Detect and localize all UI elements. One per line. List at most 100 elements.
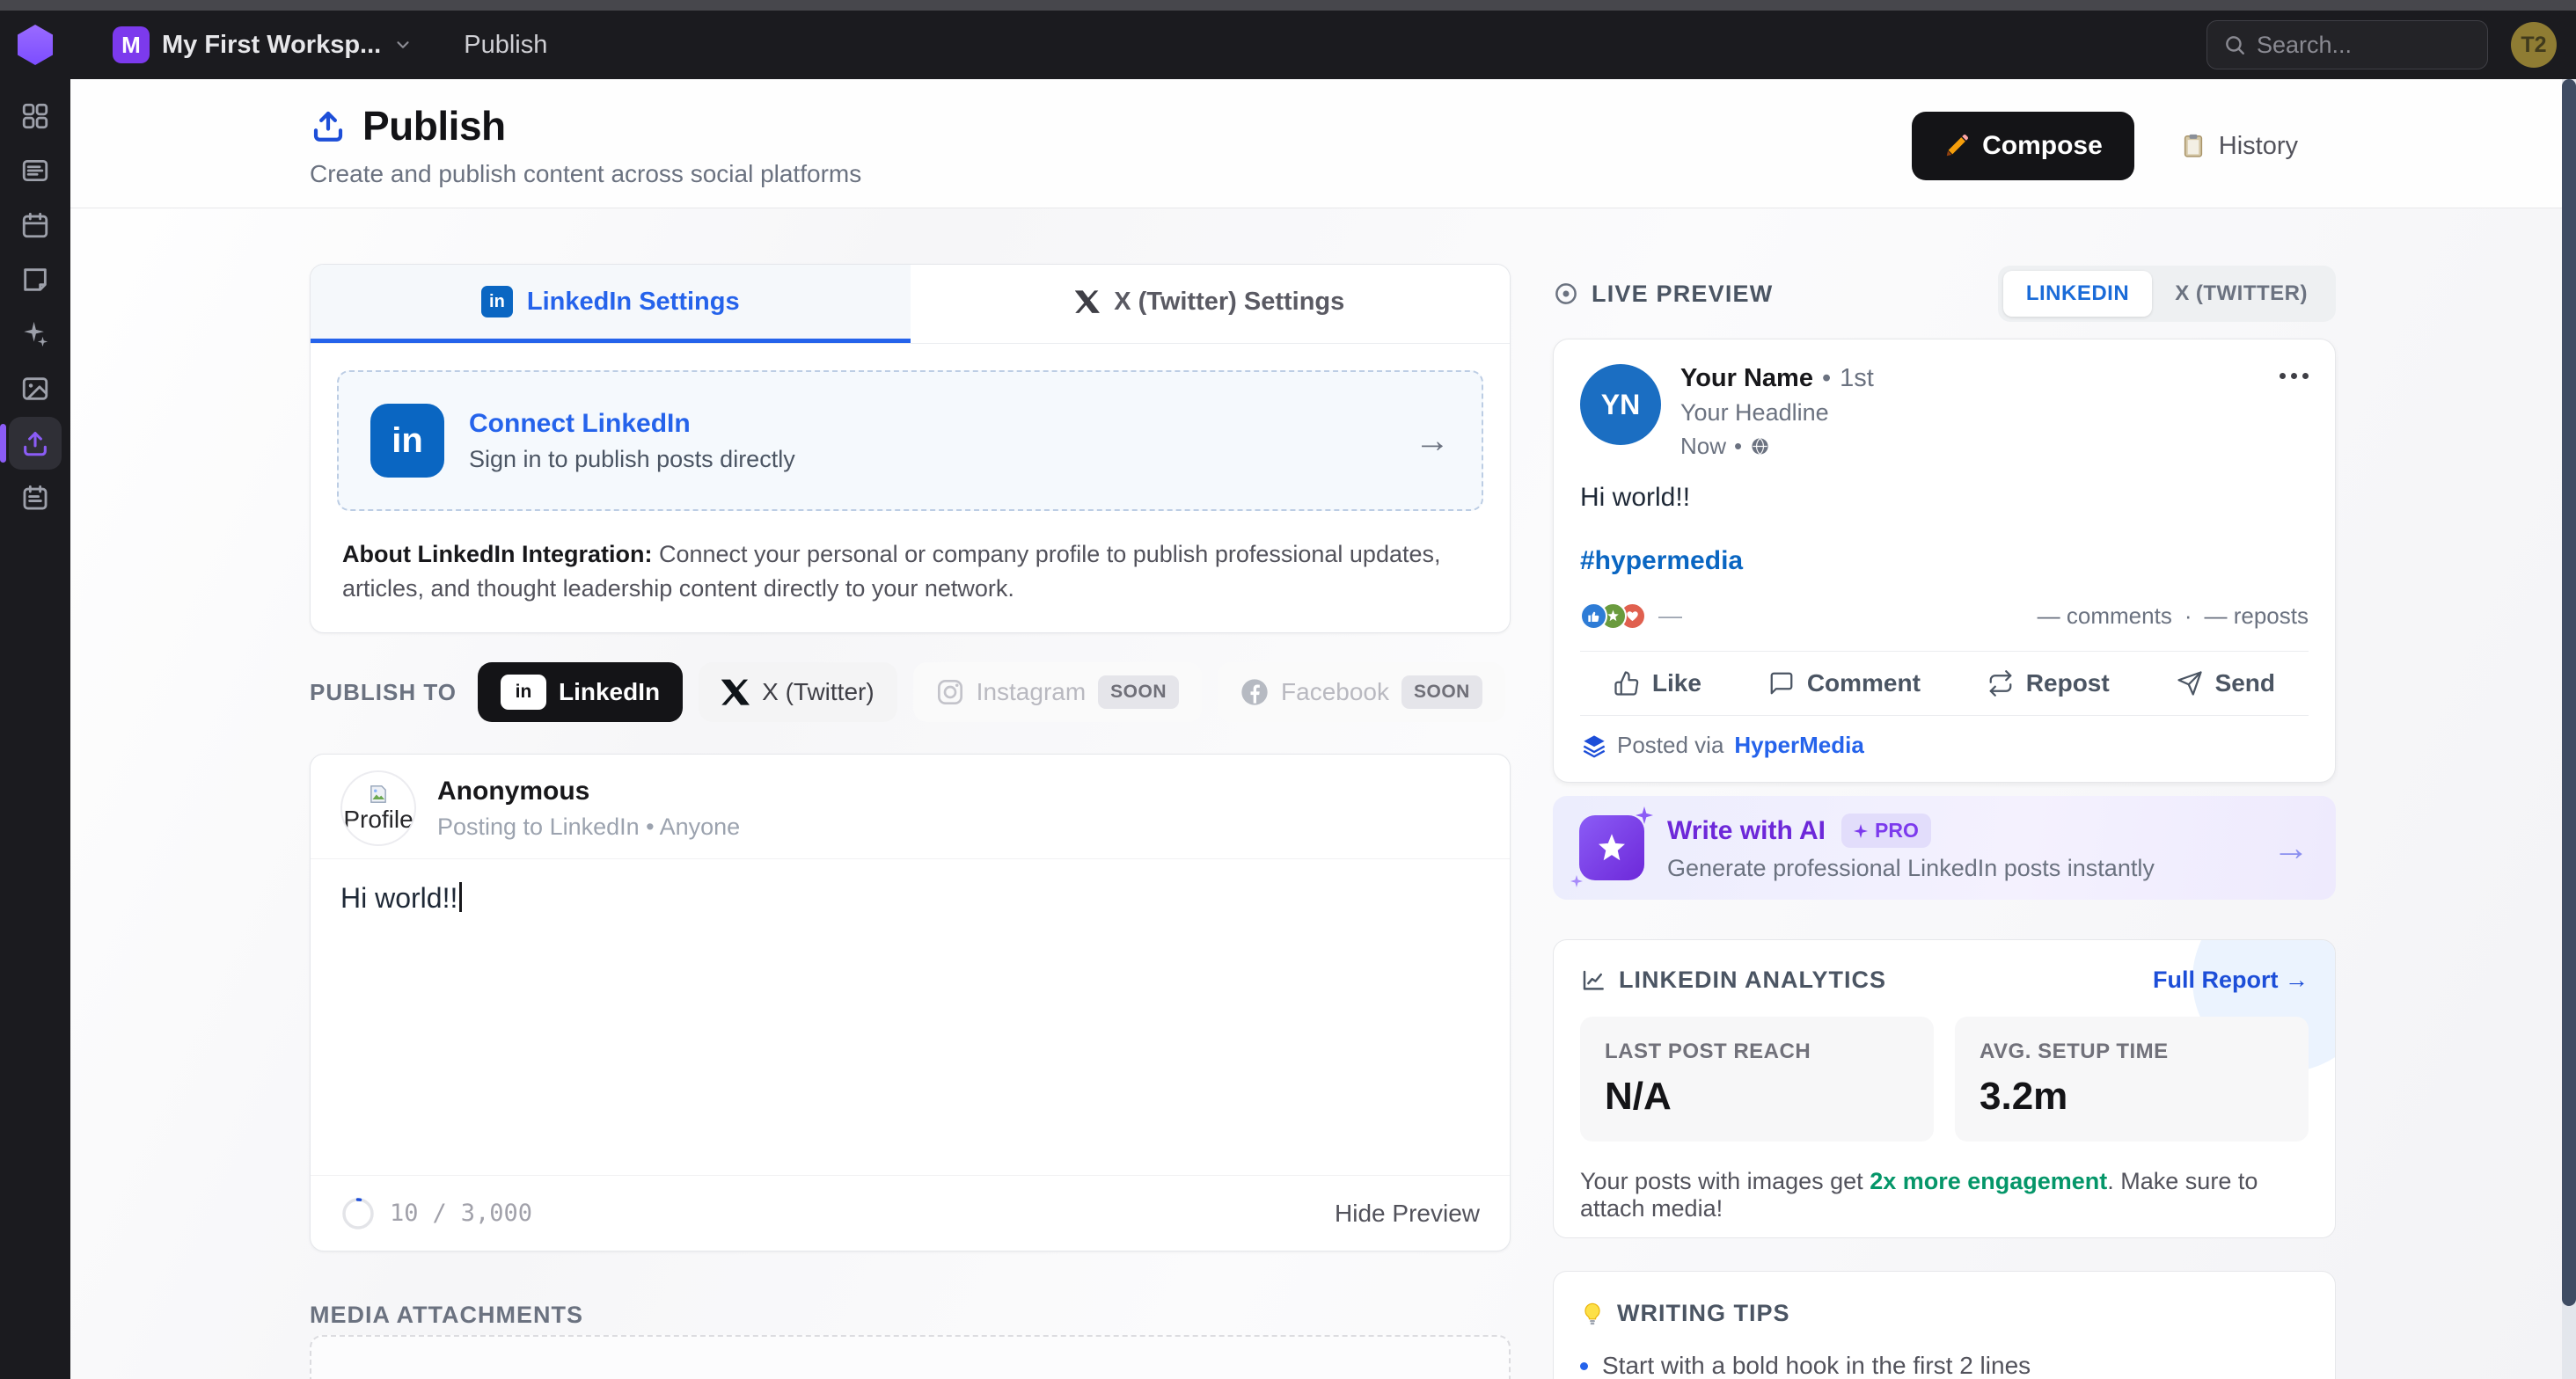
comments-count: — comments bbox=[2038, 602, 2172, 630]
stat-label: AVG. SETUP TIME bbox=[1980, 1040, 2284, 1064]
sparkles-icon bbox=[20, 319, 50, 349]
tab-twitter-settings[interactable]: X (Twitter) Settings bbox=[911, 265, 1511, 343]
repost-button[interactable]: Repost bbox=[1987, 669, 2110, 697]
brand-link[interactable]: HyperMedia bbox=[1734, 732, 1863, 759]
composer-meta: Posting to LinkedIn • Anyone bbox=[437, 814, 740, 841]
comment-button[interactable]: Comment bbox=[1768, 669, 1921, 697]
platform-pill-instagram[interactable]: Instagram SOON bbox=[913, 662, 1202, 722]
page-scrollbar bbox=[2562, 79, 2576, 1379]
text-cursor bbox=[459, 882, 462, 912]
post-time: Now bbox=[1680, 433, 1726, 460]
engagement-note: Your posts with images get 2x more engag… bbox=[1580, 1168, 2309, 1222]
pro-label: PRO bbox=[1875, 819, 1919, 843]
compose-label: Compose bbox=[1982, 131, 2103, 161]
soon-badge: SOON bbox=[1098, 675, 1179, 709]
post-hashtag[interactable]: #hypermedia bbox=[1580, 546, 2309, 576]
sidebar-item-publish[interactable] bbox=[9, 417, 62, 470]
stat-value: N/A bbox=[1605, 1075, 1909, 1119]
sidebar-item-calendar[interactable] bbox=[9, 199, 62, 252]
arrow-right-icon[interactable]: → bbox=[2272, 827, 2309, 869]
composer-card: Profile Anonymous Posting to LinkedIn • … bbox=[310, 754, 1511, 1251]
platform-pill-twitter[interactable]: X (Twitter) bbox=[699, 662, 897, 722]
publish-page: M My First Worksp... Publish T2 bbox=[0, 0, 2576, 1379]
char-limit: 3,000 bbox=[461, 1200, 532, 1227]
post-author: Your Name bbox=[1680, 364, 1813, 393]
pro-badge: PRO bbox=[1841, 814, 1931, 848]
comment-label: Comment bbox=[1807, 669, 1921, 697]
writing-tips-card: WRITING TIPS Start with a bold hook in t… bbox=[1553, 1271, 2336, 1379]
toggle-linkedin[interactable]: LINKEDIN bbox=[2003, 271, 2152, 317]
stat-value: 3.2m bbox=[1980, 1075, 2284, 1119]
workspace-badge: M bbox=[113, 26, 150, 63]
sparkle-icon bbox=[1636, 806, 1653, 824]
stats-separator: · bbox=[2184, 602, 2192, 630]
comment-icon bbox=[1768, 670, 1795, 697]
composer-text: Hi world!! bbox=[340, 882, 457, 914]
live-preview-header: LIVE PREVIEW LINKEDIN X (TWITTER) bbox=[1553, 266, 2336, 322]
broken-image-icon bbox=[367, 783, 390, 806]
tab-twitter-label: X (Twitter) Settings bbox=[1114, 288, 1344, 317]
globe-icon bbox=[1750, 436, 1770, 456]
connect-linkedin-card[interactable]: in Connect LinkedIn Sign in to publish p… bbox=[337, 370, 1483, 511]
like-reaction-icon bbox=[1580, 602, 1607, 630]
platform-pill-linkedin[interactable]: in LinkedIn bbox=[478, 662, 683, 722]
write-with-ai-card[interactable]: Write with AI PRO Generate professional … bbox=[1553, 796, 2336, 900]
lightbulb-icon bbox=[1580, 1302, 1605, 1326]
scrollbar-thumb[interactable] bbox=[2562, 79, 2576, 1306]
upload-icon bbox=[20, 428, 50, 458]
platform-pill-facebook[interactable]: Facebook SOON bbox=[1218, 662, 1505, 722]
post-menu-button[interactable] bbox=[2280, 364, 2309, 460]
hide-preview-button[interactable]: Hide Preview bbox=[1335, 1200, 1480, 1228]
thumbs-up-icon bbox=[1614, 670, 1640, 697]
send-label: Send bbox=[2215, 669, 2275, 697]
sidebar-item-planner[interactable] bbox=[9, 471, 62, 524]
compose-button[interactable]: Compose bbox=[1912, 112, 2134, 180]
target-icon bbox=[1553, 281, 1579, 307]
name-separator: • bbox=[1822, 364, 1831, 393]
reaction-count: — bbox=[1658, 602, 1682, 630]
like-button[interactable]: Like bbox=[1614, 669, 1701, 697]
image-icon bbox=[20, 374, 50, 404]
repost-icon bbox=[1987, 670, 2014, 697]
toggle-twitter[interactable]: X (TWITTER) bbox=[2152, 271, 2331, 317]
bullet-icon bbox=[1580, 1362, 1588, 1370]
tab-linkedin-settings[interactable]: in LinkedIn Settings bbox=[311, 265, 911, 343]
full-report-link[interactable]: Full Report → bbox=[2153, 967, 2309, 994]
composer-textarea[interactable]: Hi world!! bbox=[311, 859, 1510, 1175]
ai-subtitle: Generate professional LinkedIn posts ins… bbox=[1667, 855, 2155, 882]
user-avatar[interactable]: T2 bbox=[2511, 22, 2557, 68]
facebook-icon bbox=[1240, 678, 1269, 706]
page-title: Publish bbox=[362, 102, 506, 150]
connect-subtitle: Sign in to publish posts directly bbox=[469, 446, 795, 473]
reposts-count: — reposts bbox=[2205, 602, 2309, 630]
char-count: 10 bbox=[390, 1200, 419, 1227]
grid-icon bbox=[20, 101, 50, 131]
search-input[interactable] bbox=[2257, 32, 2450, 59]
post-headline: Your Headline bbox=[1680, 399, 1874, 427]
linkedin-icon: in bbox=[501, 675, 546, 710]
analytics-title: LINKEDIN ANALYTICS bbox=[1619, 967, 1886, 994]
sidebar-item-notes[interactable] bbox=[9, 253, 62, 306]
sidebar-item-posts[interactable] bbox=[9, 144, 62, 197]
history-button[interactable]: History bbox=[2180, 132, 2298, 161]
app-logo[interactable] bbox=[0, 25, 70, 65]
chart-icon bbox=[1580, 967, 1606, 994]
search-icon bbox=[2223, 33, 2246, 56]
note-icon bbox=[20, 265, 50, 295]
sidebar-item-dashboard[interactable] bbox=[9, 90, 62, 142]
tab-linkedin-label: LinkedIn Settings bbox=[527, 288, 740, 317]
platform-label: X (Twitter) bbox=[762, 678, 875, 706]
posted-via-text: Posted via bbox=[1617, 732, 1723, 759]
post-avatar: YN bbox=[1580, 364, 1661, 445]
publish-to-row: PUBLISH TO in LinkedIn X (Twitter) Insta… bbox=[310, 662, 1511, 722]
workspace-switcher[interactable]: M My First Worksp... bbox=[113, 26, 413, 63]
media-dropzone[interactable] bbox=[310, 1335, 1511, 1379]
ai-title: Write with AI bbox=[1667, 816, 1826, 846]
posted-via-row: Posted via HyperMedia bbox=[1580, 715, 2309, 775]
linkedin-icon: in bbox=[481, 286, 513, 317]
linkedin-analytics-card: LINKEDIN ANALYTICS Full Report → LAST PO… bbox=[1553, 939, 2336, 1238]
search-box[interactable] bbox=[2206, 20, 2488, 69]
sidebar-item-media[interactable] bbox=[9, 362, 62, 415]
sidebar-item-ai[interactable] bbox=[9, 308, 62, 361]
send-button[interactable]: Send bbox=[2177, 669, 2275, 697]
